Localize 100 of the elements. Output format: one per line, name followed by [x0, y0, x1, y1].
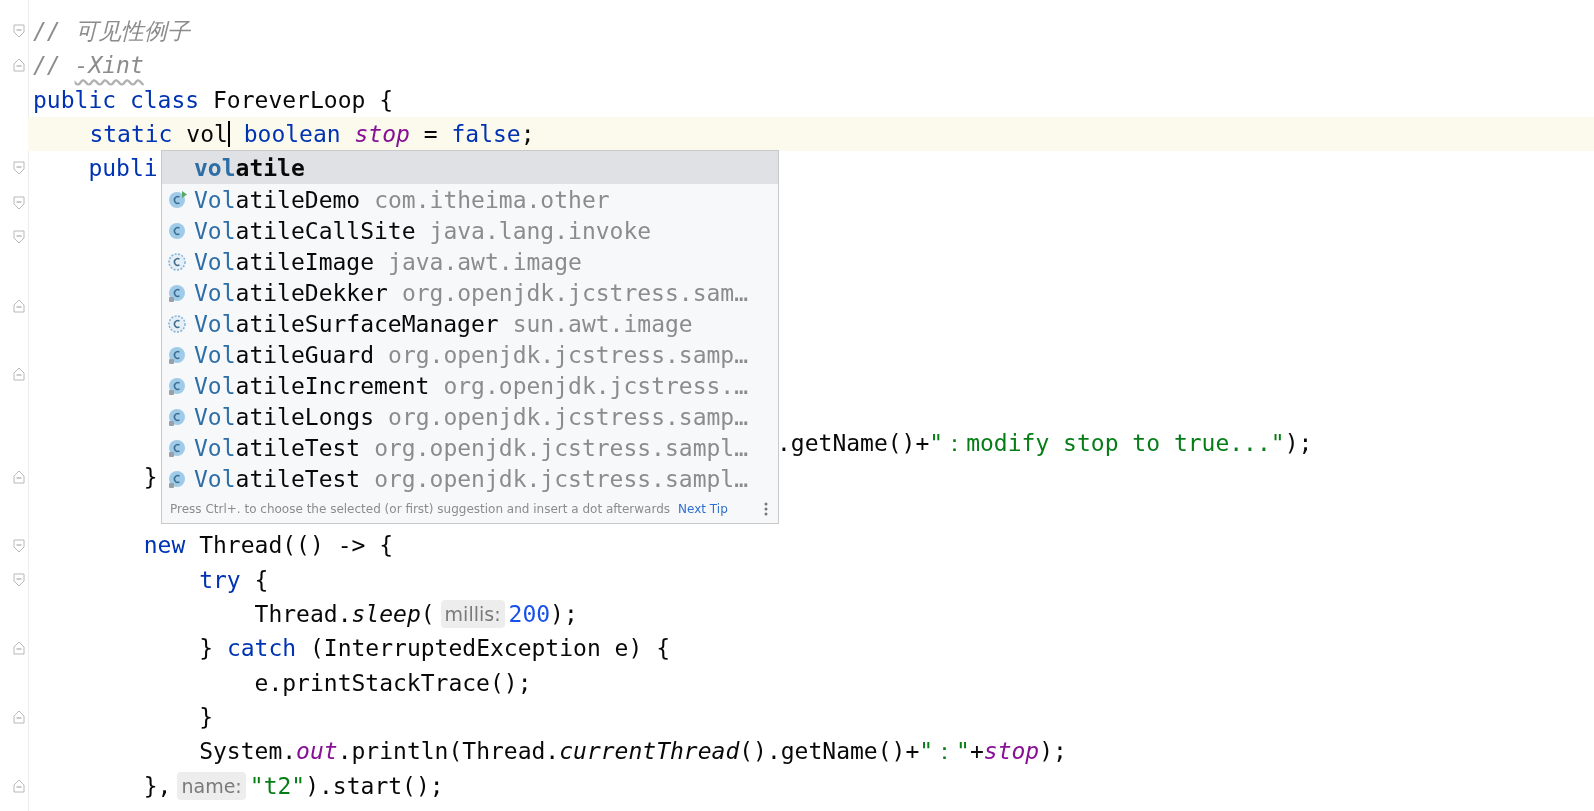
code-field: stop [983, 734, 1040, 769]
package-name: org.openjdk.jcstress.samp… [388, 341, 749, 368]
completion-name: VolatileCallSite [194, 217, 416, 244]
code-text: ( [420, 600, 435, 630]
code-text: } [142, 462, 158, 492]
completion-item[interactable]: VolatileGuard org.openjdk.jcstress.samp… [162, 339, 778, 370]
code-text: System. [198, 737, 297, 767]
code-text: ); [1039, 737, 1067, 767]
code-text: .getName()+ [777, 428, 930, 458]
completion-item[interactable]: VolatileLongs org.openjdk.jcstress.samp… [162, 401, 778, 432]
fold-icon[interactable] [13, 229, 25, 244]
package-name: org.openjdk.jcstress.sampl… [374, 465, 749, 492]
class-icon [168, 313, 188, 334]
code-keyword: public class [33, 85, 201, 115]
class-icon [168, 344, 188, 365]
code-text: ; [520, 119, 535, 149]
fold-icon[interactable] [13, 778, 25, 793]
code-comment: // 可见性例子 [33, 17, 190, 46]
package-name: org.openjdk.jcstress.sam… [401, 279, 749, 306]
code-keyword: try [198, 565, 242, 595]
class-icon [168, 220, 188, 241]
code-text: e.printStackTrace(); [253, 668, 532, 698]
fold-icon[interactable] [13, 572, 25, 587]
code-string: "：modify stop to true..." [929, 428, 1285, 458]
completion-item[interactable]: VolatileSurfaceManager sun.awt.image [162, 308, 778, 339]
code-text: + [969, 737, 984, 767]
completion-hint: Press Ctrl+. to choose the selected (or first) suggestion and insert a dot afterwards [170, 501, 671, 516]
completion-name: VolatileTest [194, 465, 361, 492]
class-icon [168, 189, 188, 210]
package-name: sun.awt.image [512, 310, 693, 337]
fold-icon[interactable] [13, 367, 25, 382]
code-comment: // [33, 51, 62, 81]
class-icon [168, 251, 188, 272]
parameter-hint: name: [177, 771, 246, 800]
code-text: ForeverLoop { [213, 85, 394, 115]
fold-icon[interactable] [13, 58, 25, 73]
completion-name: VolatileGuard [194, 341, 375, 368]
completion-item[interactable]: VolatileIncrement org.openjdk.jcstress.… [162, 370, 778, 401]
fold-icon[interactable] [13, 710, 25, 725]
completion-name: volatile [194, 154, 305, 181]
package-name: org.openjdk.jcstress.sampl… [374, 434, 749, 461]
code-method: currentThread [559, 737, 740, 767]
completion-item[interactable]: VolatileImage java.awt.image [162, 246, 778, 277]
fold-icon[interactable] [13, 538, 25, 553]
code-keyword: false [451, 119, 521, 149]
class-icon [168, 375, 188, 396]
code-text: (InterruptedException e) { [309, 634, 670, 664]
code-keyword: static [88, 119, 174, 149]
code-text: } [198, 702, 213, 732]
completion-name: VolatileImage [194, 248, 375, 275]
code-comment: -Xint [74, 51, 144, 81]
package-name: java.awt.image [388, 248, 582, 275]
package-name: org.openjdk.jcstress.samp… [388, 403, 749, 430]
completion-item[interactable]: VolatileTest org.openjdk.jcstress.sampl… [162, 432, 778, 463]
completion-item[interactable]: VolatileCallSite java.lang.invoke [162, 215, 778, 246]
completion-item[interactable]: VolatileTest org.openjdk.jcstress.sampl… [162, 463, 778, 494]
code-text: = [422, 119, 439, 149]
package-name: com.itheima.other [374, 186, 610, 213]
completion-name: VolatileTest [194, 434, 361, 461]
fold-icon[interactable] [13, 470, 25, 484]
code-method: sleep [351, 600, 421, 630]
parameter-hint: millis: [440, 600, 505, 629]
fold-icon[interactable] [13, 641, 25, 656]
code-text: }, [142, 771, 172, 801]
code-keyword: catch [226, 634, 298, 664]
code-text: ().getName()+ [739, 737, 920, 767]
completion-name: VolatileDekker [194, 279, 388, 306]
completion-item[interactable]: VolatileDekker org.openjdk.jcstress.sam… [162, 277, 778, 308]
next-tip-link[interactable]: Next Tip [678, 501, 728, 516]
fold-icon[interactable] [13, 24, 25, 39]
code-text: .println(Thread. [337, 737, 560, 767]
completion-name: VolatileSurfaceManager [194, 310, 499, 337]
class-icon [168, 406, 188, 427]
completion-name: VolatileLongs [194, 403, 375, 430]
class-icon [168, 437, 188, 458]
code-field: out [296, 734, 338, 769]
code-keyword: new [142, 531, 187, 561]
code-text: vol [186, 119, 228, 149]
code-text: } [198, 634, 214, 664]
class-icon [168, 282, 188, 303]
fold-icon[interactable] [13, 195, 25, 210]
code-keyword: boolean [242, 119, 342, 149]
code-string: "：" [919, 737, 970, 767]
code-text: Thread(() -> { [199, 531, 394, 561]
code-field: stop [354, 116, 410, 152]
code-text: Thread. [253, 600, 352, 630]
code-keyword: publi [87, 154, 158, 184]
package-name: java.lang.invoke [429, 217, 652, 244]
code-text: { [254, 565, 269, 595]
completion-name: VolatileDemo [194, 186, 361, 213]
completion-item[interactable]: VolatileDemo com.itheima.other [162, 184, 778, 215]
code-text: ); [1284, 428, 1313, 458]
package-name: org.openjdk.jcstress.… [443, 372, 749, 399]
code-string: "t2" [249, 771, 306, 801]
code-text: ).start(); [305, 771, 444, 801]
completion-item[interactable]: volatile [162, 151, 778, 184]
more-icon[interactable] [764, 501, 768, 516]
fold-icon[interactable] [13, 298, 25, 313]
fold-icon[interactable] [13, 161, 25, 176]
code-text: ); [550, 600, 578, 630]
